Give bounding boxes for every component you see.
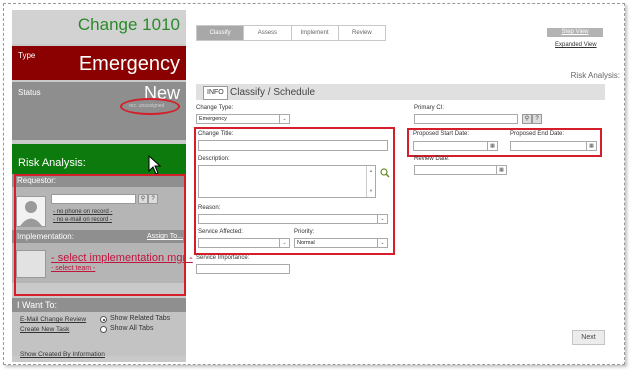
proposed-start-label: Proposed Start Date:	[413, 131, 470, 137]
chevron-down-icon: ⌄	[279, 239, 289, 247]
step-view-button[interactable]: Step View	[547, 28, 603, 37]
type-block: Type Emergency	[12, 46, 186, 80]
primary-ci-search-icon[interactable]: ⚲	[522, 114, 532, 124]
proposed-start-input[interactable]: ▦	[413, 141, 498, 151]
service-importance-input[interactable]	[196, 264, 290, 274]
reason-label: Reason:	[198, 205, 221, 211]
risk-analysis-header: Risk Analysis:	[570, 71, 620, 80]
primary-ci-clear-icon[interactable]: ?	[532, 114, 542, 124]
change-title: Change 1010	[77, 15, 180, 34]
next-button[interactable]: Next	[572, 330, 605, 345]
priority-label: Priority:	[294, 229, 315, 235]
form-title: Classify / Schedule	[230, 87, 316, 98]
show-all-tabs-radio[interactable]	[100, 326, 107, 333]
calendar-icon[interactable]: ▦	[496, 166, 506, 174]
chevron-down-icon: ⌄	[279, 115, 289, 123]
change-title-input[interactable]	[198, 140, 388, 151]
change-title-block: Change 1010	[12, 10, 186, 44]
show-created-by-link[interactable]: Show Created By Information	[20, 351, 105, 358]
scrollbar[interactable]: ▲ ▼	[366, 166, 375, 197]
proposed-end-input[interactable]: ▦	[510, 141, 597, 151]
show-related-tabs-label: Show Related Tabs	[110, 315, 171, 322]
status-label: Status	[18, 88, 41, 97]
type-value: Emergency	[78, 53, 180, 75]
email-change-review-link[interactable]: E-Mail Change Review	[20, 316, 86, 323]
show-related-tabs-radio[interactable]	[100, 316, 107, 323]
expanded-view-link[interactable]: Expanded View	[555, 42, 597, 48]
review-date-input[interactable]: ▦	[414, 165, 507, 175]
info-badge[interactable]: INFO	[203, 86, 228, 100]
tab-implement[interactable]: Implement	[292, 26, 339, 40]
workflow-tabs: Classify Assess Implement Review	[196, 25, 386, 41]
risk-analysis-label: Risk Analysis:	[18, 157, 86, 169]
spell-check-icon[interactable]	[380, 165, 390, 178]
tab-review[interactable]: Review	[339, 26, 385, 40]
review-date-label: Review Date:	[414, 156, 450, 162]
app-window: Change 1010 Type Emergency Status New re…	[3, 3, 625, 365]
type-label: Type	[18, 51, 36, 60]
status-highlight-ellipse	[120, 98, 180, 115]
calendar-icon[interactable]: ▦	[586, 142, 596, 150]
priority-select[interactable]: Normal ⌄	[294, 238, 388, 248]
status-block: Status New rec. unassigned	[12, 82, 186, 140]
reason-select[interactable]: ⌄	[198, 214, 388, 224]
chevron-down-icon: ⌄	[377, 215, 387, 223]
service-affected-select[interactable]: ⌄	[198, 238, 290, 248]
create-new-task-link[interactable]: Create New Task	[20, 326, 69, 333]
primary-ci-input[interactable]	[414, 114, 518, 124]
description-textarea[interactable]: ▲ ▼	[198, 165, 376, 198]
service-importance-label: Service Importance:	[196, 255, 250, 261]
change-type-label: Change Type:	[196, 105, 234, 111]
proposed-end-label: Proposed End Date:	[510, 131, 565, 137]
chevron-down-icon: ⌄	[377, 239, 387, 247]
calendar-icon[interactable]: ▦	[487, 142, 497, 150]
description-label: Description:	[198, 156, 230, 162]
tab-assess[interactable]: Assess	[244, 26, 292, 40]
mouse-cursor-icon	[148, 155, 162, 175]
tab-classify[interactable]: Classify	[197, 26, 245, 40]
change-type-value: Emergency	[199, 116, 227, 122]
change-type-select[interactable]: Emergency ⌄	[196, 114, 290, 124]
service-affected-label: Service Affected:	[198, 229, 243, 235]
requestor-implementation-highlight	[14, 174, 186, 296]
primary-ci-label: Primary CI:	[414, 105, 444, 111]
priority-value: Normal	[297, 240, 315, 246]
change-title-label: Change Title:	[198, 131, 234, 137]
show-all-tabs-label: Show All Tabs	[110, 325, 154, 332]
i-want-to-heading: I Want To:	[12, 298, 186, 312]
